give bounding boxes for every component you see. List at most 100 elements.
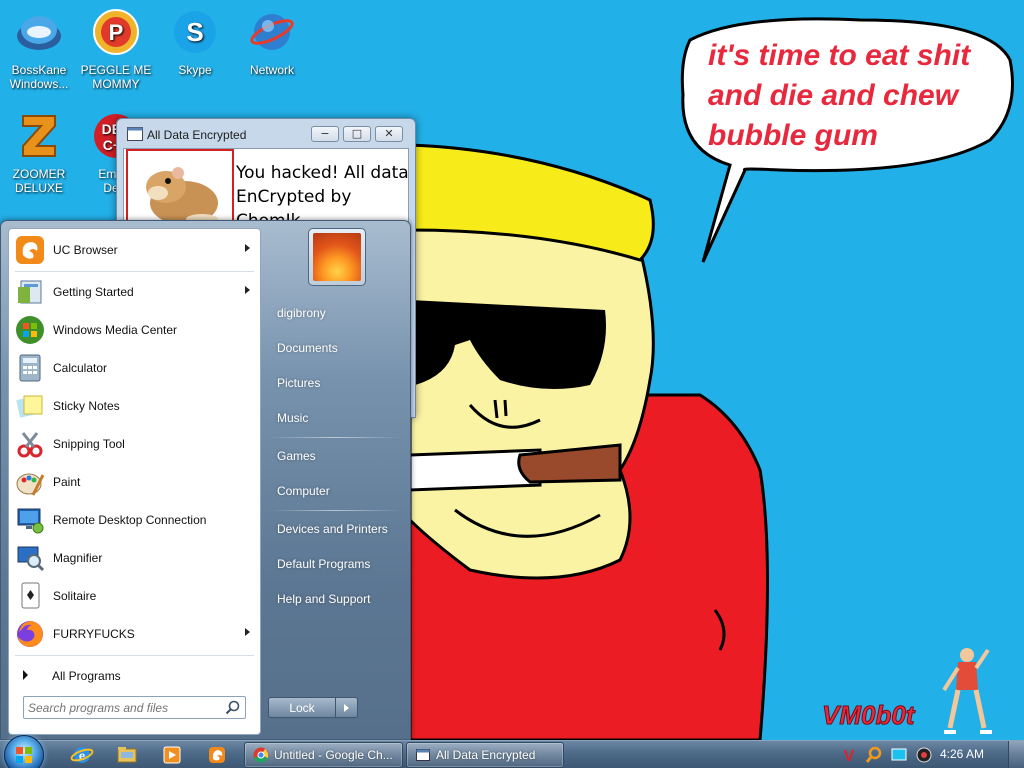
- screen-blue-icon[interactable]: [890, 746, 908, 764]
- program-snipping-tool[interactable]: Snipping Tool: [11, 426, 259, 462]
- antivirus-v-icon[interactable]: V: [840, 746, 858, 764]
- close-button[interactable]: ✕: [375, 126, 403, 142]
- right-pane-divider: [269, 437, 401, 438]
- program-label: Getting Started: [53, 285, 134, 299]
- program-label: Snipping Tool: [53, 437, 125, 451]
- link-devices-and-printers[interactable]: Devices and Printers: [266, 516, 406, 542]
- all-programs-button[interactable]: All Programs: [11, 660, 259, 690]
- windows-media-center-icon: [16, 316, 44, 344]
- pinned-uc-browser[interactable]: [198, 743, 236, 767]
- svg-text:P: P: [109, 20, 124, 45]
- window-icon: [416, 749, 430, 761]
- pinned-media-player[interactable]: [153, 743, 191, 767]
- search-icon[interactable]: [225, 700, 241, 716]
- calculator-icon: [19, 354, 41, 382]
- desktop-icon-label: MOMMY: [92, 77, 140, 91]
- desktop-icon-bosskane[interactable]: BossKane Windows...: [1, 8, 77, 91]
- taskbar-button-all-data-encrypted[interactable]: All Data Encrypted: [406, 742, 564, 768]
- program-getting-started[interactable]: Getting Started: [11, 274, 259, 310]
- skype-icon: S: [174, 11, 216, 53]
- window-title: All Data Encrypted: [147, 128, 247, 142]
- program-label: FURRYFUCKS: [53, 627, 135, 641]
- show-desktop-button[interactable]: [1008, 741, 1024, 768]
- pinned-internet-explorer[interactable]: e: [63, 743, 101, 767]
- desktop-icon-network[interactable]: Network: [234, 8, 310, 77]
- pinned-explorer[interactable]: [108, 743, 146, 767]
- desktop-icon-peggle[interactable]: P PEGGLE ME MOMMY: [78, 8, 154, 91]
- link-user-folder[interactable]: digibrony: [266, 300, 406, 326]
- user-account-picture[interactable]: [308, 228, 366, 286]
- search-orange-icon[interactable]: [865, 746, 883, 764]
- speaker-icon[interactable]: [915, 746, 933, 764]
- minimize-button[interactable]: −: [311, 126, 339, 142]
- program-paint[interactable]: Paint: [11, 464, 259, 500]
- program-label: Windows Media Center: [53, 323, 178, 337]
- link-games[interactable]: Games: [266, 443, 406, 469]
- desktop-icon-zoomer[interactable]: ZOOMER DELUXE: [1, 112, 77, 195]
- link-label: Help and Support: [277, 592, 371, 606]
- network-globe-icon: [250, 14, 294, 50]
- desktop-icon-label: BossKane: [11, 63, 67, 77]
- program-uc-browser[interactable]: UC Browser: [11, 232, 259, 268]
- program-label: UC Browser: [53, 243, 118, 257]
- submenu-arrow-icon: [245, 244, 250, 252]
- link-help-and-support[interactable]: Help and Support: [266, 586, 406, 612]
- getting-started-icon: [18, 280, 42, 304]
- link-pictures[interactable]: Pictures: [266, 370, 406, 396]
- solitaire-icon: [21, 582, 40, 609]
- svg-text:S: S: [186, 17, 203, 47]
- program-magnifier[interactable]: Magnifier: [11, 540, 259, 576]
- all-programs-divider: [15, 655, 254, 656]
- program-windows-media-center[interactable]: Windows Media Center: [11, 312, 259, 348]
- chevron-right-icon: [344, 704, 349, 712]
- internet-explorer-icon: e: [70, 747, 94, 764]
- taskbar-button-chrome[interactable]: Untitled - Google Ch...: [244, 742, 403, 768]
- link-documents[interactable]: Documents: [266, 335, 406, 361]
- speech-line-3: bubble gum: [708, 119, 878, 152]
- wallpaper-signature: VM0b0t: [821, 700, 915, 731]
- link-label: Default Programs: [277, 557, 371, 571]
- program-furryfucks[interactable]: FURRYFUCKS: [11, 616, 259, 652]
- remote-desktop-icon: [17, 508, 44, 534]
- link-label: Computer: [277, 484, 330, 498]
- start-button[interactable]: [4, 735, 44, 768]
- program-label: Remote Desktop Connection: [53, 513, 207, 527]
- search-input[interactable]: [28, 700, 218, 716]
- program-list-divider: [15, 271, 254, 272]
- lock-button[interactable]: Lock: [268, 697, 336, 718]
- program-sticky-notes[interactable]: Sticky Notes: [11, 388, 259, 424]
- uc-browser-icon: [209, 747, 225, 763]
- taskbar: e Untitled - Google Ch... All Data Encry…: [0, 735, 1024, 768]
- taskbar-button-label: Untitled - Google Ch...: [274, 748, 393, 762]
- program-solitaire[interactable]: Solitaire: [11, 578, 259, 614]
- shutdown-options-button[interactable]: [335, 697, 358, 718]
- start-menu-programs-pane: UC Browser Getting Started Windows Media…: [8, 228, 261, 735]
- link-label: Games: [277, 449, 316, 463]
- program-label: Solitaire: [53, 589, 97, 603]
- system-clock[interactable]: 4:26 AM: [940, 747, 984, 761]
- speech-line-2: and die and chew: [708, 79, 959, 112]
- program-label: Calculator: [53, 361, 108, 375]
- character-face: [408, 206, 655, 580]
- submenu-arrow-icon: [245, 628, 250, 636]
- link-computer[interactable]: Computer: [266, 478, 406, 504]
- link-label: Devices and Printers: [277, 522, 388, 536]
- link-label: digibrony: [277, 306, 326, 320]
- desktop-icon-label: Skype: [178, 63, 212, 77]
- start-menu: UC Browser Getting Started Windows Media…: [0, 220, 411, 740]
- maximize-button[interactable]: □: [343, 126, 371, 142]
- windows-logo-icon: [16, 747, 32, 763]
- dancing-figure: [942, 648, 992, 734]
- firefox-icon: [17, 621, 43, 647]
- all-programs-label: All Programs: [52, 669, 121, 683]
- program-label: Paint: [53, 475, 81, 489]
- sticky-notes-icon: [16, 395, 43, 418]
- desktop-icon-label: DELUXE: [14, 181, 64, 195]
- program-remote-desktop[interactable]: Remote Desktop Connection: [11, 502, 259, 538]
- start-search-box[interactable]: [23, 696, 246, 719]
- link-music[interactable]: Music: [266, 405, 406, 431]
- program-calculator[interactable]: Calculator: [11, 350, 259, 386]
- snipping-tool-icon: [17, 432, 43, 458]
- link-default-programs[interactable]: Default Programs: [266, 551, 406, 577]
- desktop-icon-skype[interactable]: S Skype: [157, 8, 233, 77]
